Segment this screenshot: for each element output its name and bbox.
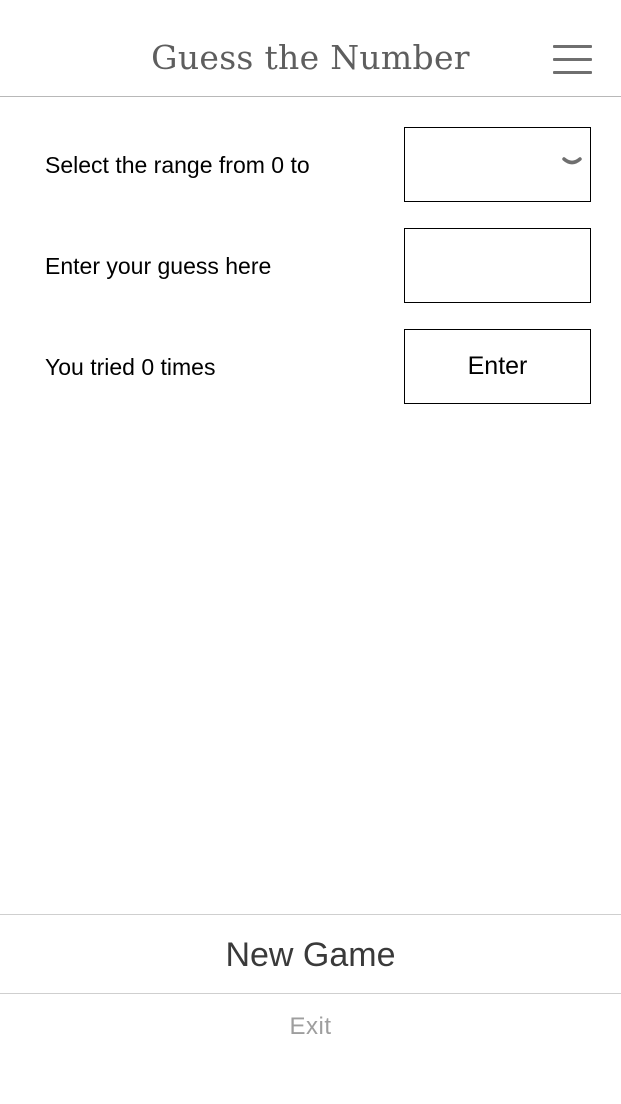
guess-label: Enter your guess here: [45, 253, 272, 279]
chevron-down-icon: [562, 157, 582, 165]
hamburger-menu-icon[interactable]: [553, 45, 592, 75]
page-title: Guess the Number: [151, 38, 470, 77]
guess-input[interactable]: [404, 228, 591, 303]
tries-counter: You tried 0 times: [45, 354, 216, 380]
app-header: Guess the Number: [0, 0, 621, 97]
range-select[interactable]: [404, 127, 591, 202]
enter-button[interactable]: Enter: [404, 329, 591, 404]
range-label: Select the range from 0 to: [45, 152, 310, 178]
new-game-button[interactable]: New Game: [0, 935, 621, 975]
new-game-bar: New Game: [0, 914, 621, 994]
exit-button[interactable]: Exit: [0, 1012, 621, 1042]
